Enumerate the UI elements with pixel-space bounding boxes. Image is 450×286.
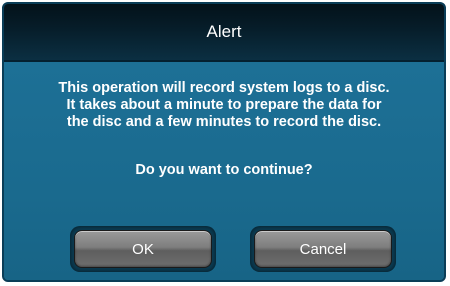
alert-dialog: Alert This operation will record system … — [2, 2, 446, 282]
message-line: the disc and a few minutes to record the… — [66, 114, 382, 130]
ok-button-well: OK — [70, 226, 216, 272]
cancel-button-well: Cancel — [250, 226, 396, 272]
dialog-content: This operation will record system logs t… — [4, 62, 444, 280]
message-line: This operation will record system logs t… — [58, 80, 390, 96]
dialog-titlebar: Alert — [4, 4, 444, 62]
ok-button[interactable]: OK — [74, 230, 212, 268]
dialog-message: This operation will record system logs t… — [4, 80, 444, 131]
message-line: It takes about a minute to prepare the d… — [66, 97, 382, 113]
dialog-question: Do you want to continue? — [135, 162, 313, 178]
cancel-button[interactable]: Cancel — [254, 230, 392, 268]
dialog-title: Alert — [206, 22, 242, 41]
